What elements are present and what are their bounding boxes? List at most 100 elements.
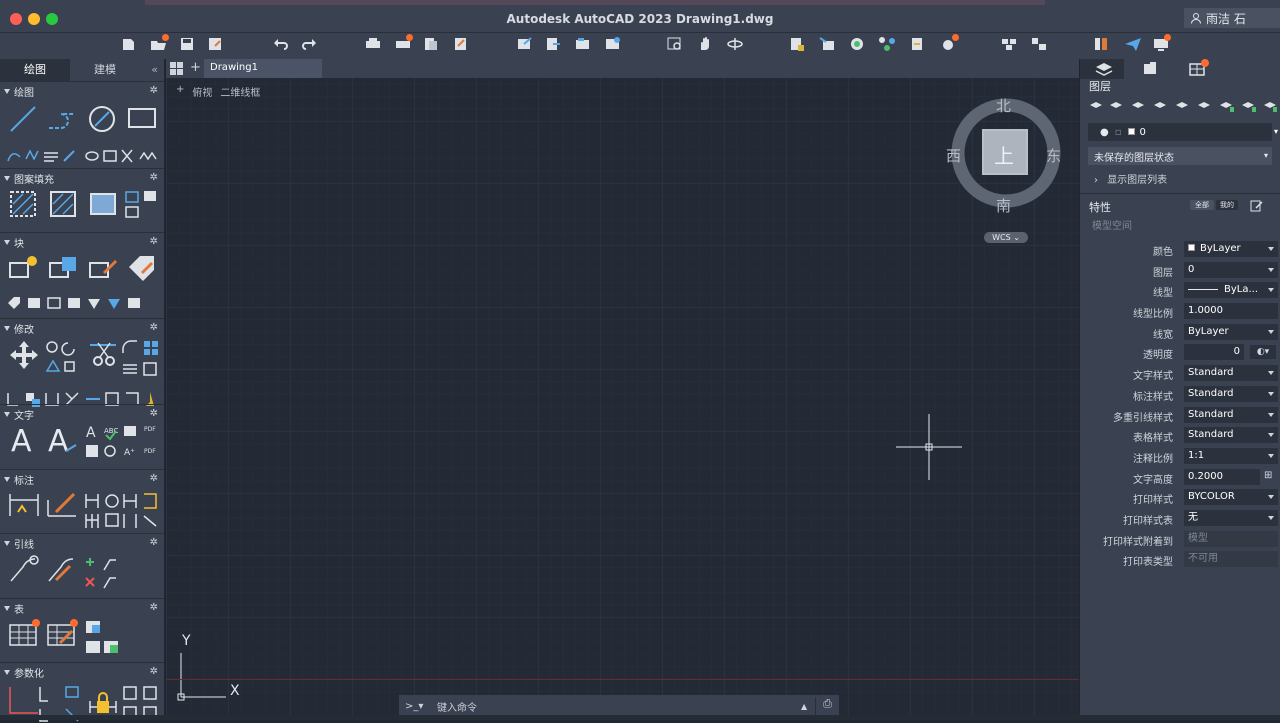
share-view-icon[interactable] xyxy=(516,36,534,52)
close-window-button[interactable] xyxy=(10,13,22,25)
annotation-scale-dropdown[interactable]: 1:1 xyxy=(1184,447,1278,464)
linetype-scale-field[interactable]: 1.0000 xyxy=(1184,303,1278,320)
boundary-icon[interactable] xyxy=(124,189,160,221)
section-header[interactable]: 标注 xyxy=(0,470,164,488)
new-file-icon[interactable] xyxy=(120,36,138,52)
move-icon[interactable] xyxy=(8,339,40,369)
multileader-icon[interactable] xyxy=(8,554,40,584)
import-icon[interactable] xyxy=(544,36,562,52)
gear-icon[interactable]: ✲ xyxy=(150,408,158,419)
dimension-small-tools[interactable] xyxy=(84,490,160,532)
tab-draw[interactable]: 绘图 xyxy=(0,59,70,81)
maximize-window-button[interactable] xyxy=(46,13,58,25)
export-pdf-icon[interactable] xyxy=(452,36,470,52)
collapse-palette-button[interactable]: « xyxy=(151,63,158,76)
xref-icon[interactable] xyxy=(1030,36,1048,52)
leader-small-tools[interactable] xyxy=(84,554,124,594)
layer-property-dropdown[interactable]: 0 xyxy=(1184,261,1278,278)
command-input[interactable]: 键入命令 xyxy=(429,699,801,714)
pan-icon[interactable] xyxy=(696,36,714,52)
trim-icon[interactable] xyxy=(88,339,118,371)
gradient-hatch-icon[interactable] xyxy=(48,189,78,219)
undo-icon[interactable] xyxy=(272,36,290,52)
tab-modeling[interactable]: 建模 xyxy=(70,59,140,81)
gear-icon[interactable]: ✲ xyxy=(150,666,158,677)
viewcube-top-face[interactable]: 上 xyxy=(994,140,1014,169)
redo-icon[interactable] xyxy=(300,36,318,52)
block-small-tools-row[interactable] xyxy=(6,293,160,313)
create-block-icon[interactable] xyxy=(48,253,80,283)
publish-icon[interactable] xyxy=(422,36,440,52)
block-attribute-icon[interactable] xyxy=(126,253,158,283)
hatch-icon[interactable] xyxy=(8,189,38,219)
sheet-set-icon[interactable] xyxy=(1092,36,1110,52)
save-icon[interactable] xyxy=(178,36,196,52)
table-small-tools[interactable] xyxy=(84,619,124,659)
transparency-mode-icon[interactable]: ◐▾ xyxy=(1250,345,1276,360)
send-icon[interactable] xyxy=(1124,36,1142,52)
section-header[interactable]: 绘图 xyxy=(0,82,164,100)
show-layer-list-toggle[interactable]: › 显示图层列表 xyxy=(1080,171,1280,187)
command-history-button[interactable]: >_▾ xyxy=(399,701,429,712)
lineweight-dropdown[interactable]: ByLayer xyxy=(1184,323,1278,340)
gear-icon[interactable]: ✲ xyxy=(150,236,158,247)
section-header[interactable]: 表 xyxy=(0,599,164,617)
plot-icon[interactable] xyxy=(364,36,382,52)
multileader-style-dropdown[interactable]: Standard xyxy=(1184,406,1278,423)
gear-icon[interactable]: ✲ xyxy=(150,537,158,548)
document-icon[interactable] xyxy=(908,36,926,52)
text-small-tools[interactable]: A ABC PDF A⁺ PDF xyxy=(84,423,164,463)
viewcube-south[interactable]: 南 xyxy=(996,195,1011,216)
circle-icon[interactable] xyxy=(86,104,118,134)
tab-layers[interactable] xyxy=(1080,59,1124,79)
start-tab-grid-icon[interactable] xyxy=(170,62,183,75)
section-header[interactable]: 块 xyxy=(0,233,164,251)
batch-plot-icon[interactable] xyxy=(394,34,413,52)
compare-icon[interactable] xyxy=(940,34,959,52)
text-style-dropdown[interactable]: Standard xyxy=(1184,365,1278,382)
layer-tool-icons[interactable] xyxy=(1080,95,1280,117)
fillet-array-icons[interactable] xyxy=(120,339,162,379)
wcs-menu[interactable]: WCS ⌄ xyxy=(984,232,1028,243)
attach-icon[interactable] xyxy=(574,36,592,52)
layer-state-dropdown[interactable]: 未保存的图层状态 ▾ xyxy=(1088,147,1272,165)
section-header[interactable]: 参数化 xyxy=(0,663,164,681)
orbit-icon[interactable] xyxy=(726,36,744,52)
visual-style[interactable]: 二维线框 xyxy=(220,84,262,99)
table-style-dropdown[interactable]: Standard xyxy=(1184,427,1278,444)
rotate-copy-icons[interactable] xyxy=(44,339,84,379)
plot-style-table-dropdown[interactable]: 无 xyxy=(1184,509,1278,526)
section-header[interactable]: 文字 xyxy=(0,405,164,423)
draw-small-tools-row[interactable] xyxy=(6,145,160,165)
line-icon[interactable] xyxy=(8,104,38,134)
linear-dimension-icon[interactable] xyxy=(8,490,40,520)
linetype-dropdown[interactable]: ByLa... xyxy=(1184,282,1278,299)
drawing-canvas[interactable]: + Drawing1 + 俯视 二维线框 北 南 东 西 上 WCS ⌄ Y X… xyxy=(166,59,1079,720)
viewcube[interactable]: 北 南 东 西 上 xyxy=(936,89,1076,249)
section-header[interactable]: 图案填充 xyxy=(0,169,164,187)
block-palette-icon[interactable] xyxy=(1000,36,1018,52)
edit-block-icon[interactable] xyxy=(88,253,120,283)
shared-views-icon[interactable] xyxy=(604,36,622,52)
transparency-slider[interactable]: 0 xyxy=(1184,344,1244,361)
dimension-style-dropdown[interactable]: Standard xyxy=(1184,385,1278,402)
viewcube-west[interactable]: 西 xyxy=(946,145,961,166)
tab-grid[interactable] xyxy=(1176,59,1220,79)
edit-multileader-icon[interactable] xyxy=(46,554,78,584)
minimize-window-button[interactable] xyxy=(28,13,40,25)
view-top[interactable]: 俯视 xyxy=(192,84,214,99)
gear-icon[interactable]: ✲ xyxy=(150,172,158,183)
quick-select-icon[interactable] xyxy=(1250,199,1264,213)
aligned-dimension-icon[interactable] xyxy=(46,490,78,520)
filter-mine-button[interactable]: 我的 xyxy=(1216,200,1238,210)
section-header[interactable]: 修改 xyxy=(0,319,164,337)
color-dropdown[interactable]: ByLayer xyxy=(1184,241,1278,257)
text-height-field[interactable]: 0.2000 xyxy=(1184,468,1260,485)
open-file-icon[interactable] xyxy=(150,34,169,52)
gear-icon[interactable]: ✲ xyxy=(150,602,158,613)
network-icon[interactable] xyxy=(878,36,896,52)
properties-toolbar-icon[interactable] xyxy=(788,36,806,52)
pick-height-icon[interactable]: ⊞ xyxy=(1264,470,1272,481)
refresh-icon[interactable] xyxy=(848,36,866,52)
selection-scope[interactable]: 模型空间 xyxy=(1088,219,1272,235)
